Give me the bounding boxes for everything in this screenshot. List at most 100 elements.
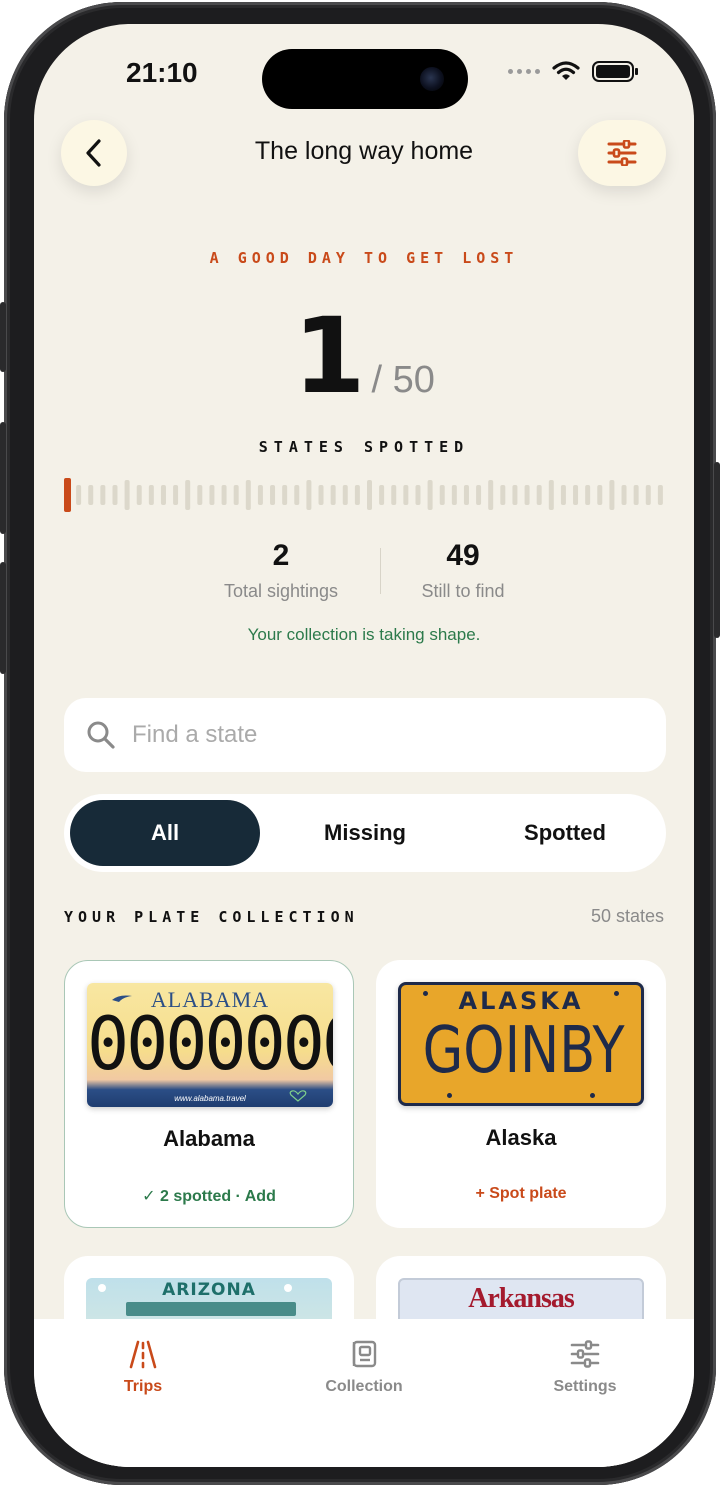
progress-tick xyxy=(197,485,203,505)
filter-button[interactable] xyxy=(578,120,666,186)
tab-trips-label: Trips xyxy=(123,1378,163,1395)
total-count: / 50 xyxy=(371,359,435,401)
screen: 21:10 The long way home A GOOD DAY TO GE… xyxy=(34,24,694,1467)
progress-tick xyxy=(294,485,300,505)
spotted-counter: 1 / 50 xyxy=(34,304,694,408)
plate-card-alaska[interactable]: ALASKA GOINBY Alaska + Spot plate xyxy=(376,960,666,1228)
road-icon xyxy=(129,1340,157,1369)
tab-bar: Trips Collection Settings xyxy=(34,1319,694,1467)
alaska-plate-header: ALASKA xyxy=(458,987,584,1015)
progress-tick xyxy=(476,485,482,505)
filter-missing[interactable]: Missing xyxy=(270,800,460,866)
progress-tick xyxy=(76,485,82,505)
progress-tick xyxy=(548,480,554,510)
progress-tick xyxy=(330,485,336,505)
progress-tick xyxy=(245,480,251,510)
progress-tick xyxy=(160,485,166,505)
filter-spotted[interactable]: Spotted xyxy=(470,800,660,866)
progress-tick xyxy=(209,485,215,505)
progress-tick xyxy=(524,485,530,505)
signal-icon xyxy=(508,68,540,74)
action-button xyxy=(0,302,6,372)
total-sightings-stat: 2 Total sightings xyxy=(181,539,381,602)
progress-tick xyxy=(585,485,591,505)
heart-icon xyxy=(289,1090,307,1102)
progress-tick xyxy=(379,485,385,505)
progress-tick xyxy=(136,485,142,505)
volume-up-button xyxy=(0,422,6,534)
collection-note: Your collection is taking shape. xyxy=(247,625,481,644)
progress-tick xyxy=(415,485,421,505)
progress-tick xyxy=(609,480,615,510)
power-button xyxy=(714,462,720,638)
progress-tick xyxy=(306,480,312,510)
progress-tick xyxy=(282,485,288,505)
progress-tick xyxy=(100,485,106,505)
still-to-find-value: 49 xyxy=(446,539,480,572)
section-count: 50 states xyxy=(590,906,664,926)
progress-tick xyxy=(621,485,627,505)
dynamic-island xyxy=(262,49,468,109)
arizona-plate-header: ARIZONA xyxy=(162,1280,256,1300)
battery-icon xyxy=(592,60,638,82)
progress-tick xyxy=(318,485,324,505)
alaska-plate-number: GOINBY xyxy=(422,1014,625,1088)
progress-tick-spotted xyxy=(64,478,71,512)
progress-tick xyxy=(536,485,542,505)
search-bar[interactable] xyxy=(64,698,666,772)
progress-tick xyxy=(354,485,360,505)
progress-tick xyxy=(148,485,154,505)
phone-frame: 21:10 The long way home A GOOD DAY TO GE… xyxy=(0,2,720,1485)
progress-tick xyxy=(500,485,506,505)
search-input[interactable] xyxy=(132,721,592,749)
wifi-icon xyxy=(552,61,580,80)
alaska-name: Alaska xyxy=(485,1125,557,1150)
progress-ticks xyxy=(64,478,663,512)
progress-tick xyxy=(342,485,348,505)
states-spotted-label: STATES SPOTTED xyxy=(258,438,470,456)
alabama-name: Alabama xyxy=(163,1126,255,1151)
progress-tick xyxy=(391,485,397,505)
filter-all[interactable]: All xyxy=(70,800,260,866)
progress-tick xyxy=(112,485,118,505)
alaska-plate-image: ALASKA GOINBY xyxy=(398,982,644,1106)
progress-tick xyxy=(233,485,239,505)
progress-tick xyxy=(88,485,94,505)
camera xyxy=(420,67,444,91)
section-title: YOUR PLATE COLLECTION xyxy=(64,908,359,926)
book-icon xyxy=(352,1340,377,1368)
total-sightings-value: 2 xyxy=(272,539,290,572)
progress-tick xyxy=(512,485,518,505)
tab-settings-label: Settings xyxy=(553,1378,617,1395)
stats-row: 2 Total sightings 49 Still to find xyxy=(34,539,694,609)
status-time: 21:10 xyxy=(126,57,198,88)
alabama-spotted-status[interactable]: ✓ 2 spotted · Add xyxy=(65,1186,353,1206)
volume-down-button xyxy=(0,562,6,674)
progress-tick xyxy=(257,485,263,505)
progress-tick xyxy=(367,480,372,510)
progress-tick xyxy=(560,485,566,505)
progress-tick xyxy=(597,485,603,505)
tab-collection-label: Collection xyxy=(325,1378,403,1395)
plate-card-alabama[interactable]: ALABAMA 0000000 www.alabama.travel Alaba… xyxy=(64,960,354,1228)
alabama-plate-image: ALABAMA 0000000 www.alabama.travel xyxy=(87,983,333,1107)
progress-tick xyxy=(645,485,651,505)
sliders-icon xyxy=(570,1340,600,1368)
progress-tick xyxy=(657,485,663,505)
tab-trips[interactable]: Trips xyxy=(53,1339,233,1396)
progress-tick xyxy=(573,485,579,505)
sliders-icon xyxy=(607,140,637,166)
progress-tick xyxy=(439,485,445,505)
progress-tick xyxy=(488,480,494,510)
total-sightings-label: Total sightings xyxy=(223,581,339,601)
status-icons xyxy=(508,60,638,82)
progress-tick xyxy=(451,485,457,505)
progress-tick xyxy=(221,485,227,505)
tab-collection[interactable]: Collection xyxy=(274,1339,454,1396)
progress-tick xyxy=(185,480,191,510)
alaska-spot-plate-button[interactable]: + Spot plate xyxy=(376,1185,666,1203)
progress-tick xyxy=(124,480,130,510)
progress-tick xyxy=(403,485,409,505)
still-to-find-stat: 49 Still to find xyxy=(363,539,563,602)
tab-settings[interactable]: Settings xyxy=(495,1339,675,1396)
